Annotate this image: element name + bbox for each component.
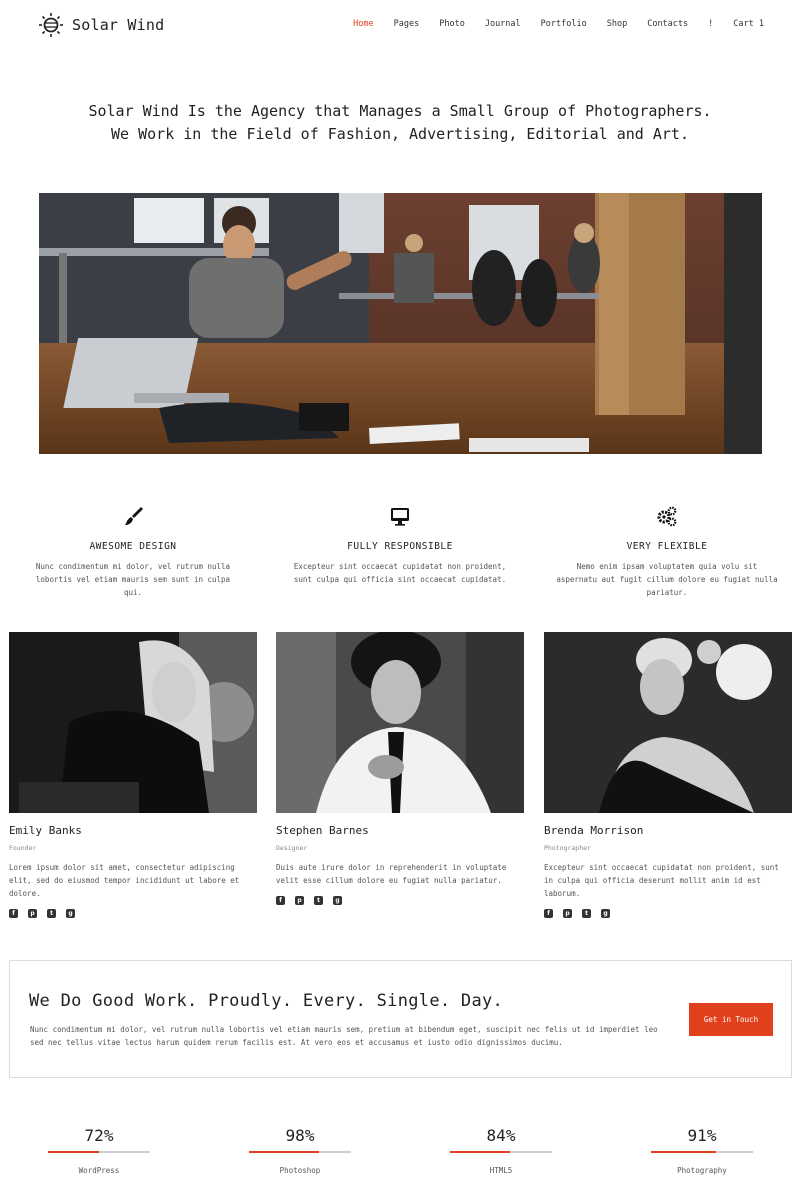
nav-shop[interactable]: Shop xyxy=(607,19,627,29)
hero-office-image xyxy=(39,193,762,454)
gears-icon xyxy=(657,506,677,527)
member-photo[interactable] xyxy=(276,632,524,813)
site-logo[interactable]: Solar Wind xyxy=(38,12,164,38)
pinterest-icon[interactable]: p xyxy=(295,896,304,905)
member-name: Brenda Morrison xyxy=(544,824,644,837)
skill-label: Photoshop xyxy=(279,1166,321,1175)
site-header: Solar Wind Home Pages Photo Journal Port… xyxy=(0,0,800,50)
nav-contacts[interactable]: Contacts xyxy=(647,19,688,29)
feature-description: Nunc condimentum mi dolor, vel rutrum nu… xyxy=(35,562,231,597)
skill-label: HTML5 xyxy=(489,1166,513,1175)
member-role: Photographer xyxy=(544,844,591,852)
hero-intro: Solar Wind Is the Agency that Manages a … xyxy=(0,100,800,146)
skill-percent: 91% xyxy=(687,1126,717,1145)
nav-photo[interactable]: Photo xyxy=(439,19,465,29)
facebook-icon[interactable]: f xyxy=(9,909,18,918)
cta-description: Nunc condimentum mi dolor, vel rutrum nu… xyxy=(30,1025,658,1047)
get-in-touch-button[interactable]: Get in Touch xyxy=(689,1003,773,1036)
nav-cart[interactable]: Cart 1 xyxy=(733,19,764,29)
google-plus-icon[interactable]: g xyxy=(66,909,75,918)
google-plus-icon[interactable]: g xyxy=(601,909,610,918)
hero-line-1: Solar Wind Is the Agency that Manages a … xyxy=(88,102,712,120)
monitor-icon xyxy=(391,508,409,526)
member-photo[interactable] xyxy=(9,632,257,813)
nav-home[interactable]: Home xyxy=(353,19,373,29)
member-bio: Duis aute irure dolor in reprehenderit i… xyxy=(276,863,507,885)
team-member-card: Stephen Barnes Designer Duis aute irure … xyxy=(276,632,524,905)
nav-pages[interactable]: Pages xyxy=(394,19,420,29)
member-role: Founder xyxy=(9,844,37,852)
nav-search[interactable]: ! xyxy=(708,19,713,29)
skill-progress-bar xyxy=(651,1151,753,1153)
skill-stat: 72% WordPress xyxy=(48,1126,150,1175)
skill-progress-bar xyxy=(450,1151,552,1153)
member-name: Stephen Barnes xyxy=(276,824,369,837)
skill-progress-fill xyxy=(48,1151,100,1153)
skill-progress-fill xyxy=(450,1151,510,1153)
social-links: f p t g xyxy=(544,909,792,918)
feature-description: Nemo enim ipsam voluptatem quia volu sit… xyxy=(556,562,778,597)
google-plus-icon[interactable]: g xyxy=(333,896,342,905)
twitter-icon[interactable]: t xyxy=(47,909,56,918)
hero-line-2: We Work in the Field of Fashion, Adverti… xyxy=(111,125,689,143)
member-role: Designer xyxy=(276,844,308,852)
cta-banner: We Do Good Work. Proudly. Every. Single.… xyxy=(9,960,792,1078)
sun-logo-icon xyxy=(39,13,63,37)
skill-percent: 72% xyxy=(84,1126,114,1145)
skill-progress-bar xyxy=(249,1151,351,1153)
cta-title: We Do Good Work. Proudly. Every. Single.… xyxy=(29,991,504,1011)
facebook-icon[interactable]: f xyxy=(544,909,553,918)
member-bio: Excepteur sint occaecat cupidatat non pr… xyxy=(544,863,779,898)
skill-percent: 84% xyxy=(486,1126,516,1145)
skill-label: WordPress xyxy=(78,1166,120,1175)
feature-title: AWESOME DESIGN xyxy=(89,541,177,552)
twitter-icon[interactable]: t xyxy=(582,909,591,918)
skill-percent: 98% xyxy=(285,1126,315,1145)
nav-portfolio[interactable]: Portfolio xyxy=(541,19,587,29)
social-links: f p t g xyxy=(9,909,257,918)
feature-fully-responsible: FULLY RESPONSIBLE Excepteur sint occaeca… xyxy=(267,505,533,586)
logo-text: Solar Wind xyxy=(72,16,165,34)
skill-label: Photography xyxy=(677,1166,727,1175)
member-photo[interactable] xyxy=(544,632,792,813)
main-nav: Home Pages Photo Journal Portfolio Shop … xyxy=(333,19,764,29)
feature-very-flexible: VERY FLEXIBLE Nemo enim ipsam voluptatem… xyxy=(534,505,800,599)
member-bio: Lorem ipsum dolor sit amet, consectetur … xyxy=(9,863,240,898)
skill-progress-fill xyxy=(651,1151,716,1153)
feature-awesome-design: AWESOME DESIGN Nunc condimentum mi dolor… xyxy=(0,505,266,599)
skill-progress-fill xyxy=(249,1151,319,1153)
facebook-icon[interactable]: f xyxy=(276,896,285,905)
feature-description: Excepteur sint occaecat cupidatat non pr… xyxy=(293,562,507,584)
team-member-card: Brenda Morrison Photographer Excepteur s… xyxy=(544,632,792,918)
feature-title: VERY FLEXIBLE xyxy=(626,541,708,552)
social-links: f p t g xyxy=(276,896,524,905)
member-name: Emily Banks xyxy=(9,824,82,837)
feature-title: FULLY RESPONSIBLE xyxy=(347,541,453,552)
twitter-icon[interactable]: t xyxy=(314,896,323,905)
paintbrush-icon xyxy=(125,507,143,525)
skill-progress-bar xyxy=(48,1151,150,1153)
team-member-card: Emily Banks Founder Lorem ipsum dolor si… xyxy=(9,632,257,918)
skill-stat: 91% Photography xyxy=(651,1126,753,1175)
skill-stat: 84% HTML5 xyxy=(450,1126,552,1175)
pinterest-icon[interactable]: p xyxy=(563,909,572,918)
skill-stat: 98% Photoshop xyxy=(249,1126,351,1175)
pinterest-icon[interactable]: p xyxy=(28,909,37,918)
nav-journal[interactable]: Journal xyxy=(485,19,521,29)
